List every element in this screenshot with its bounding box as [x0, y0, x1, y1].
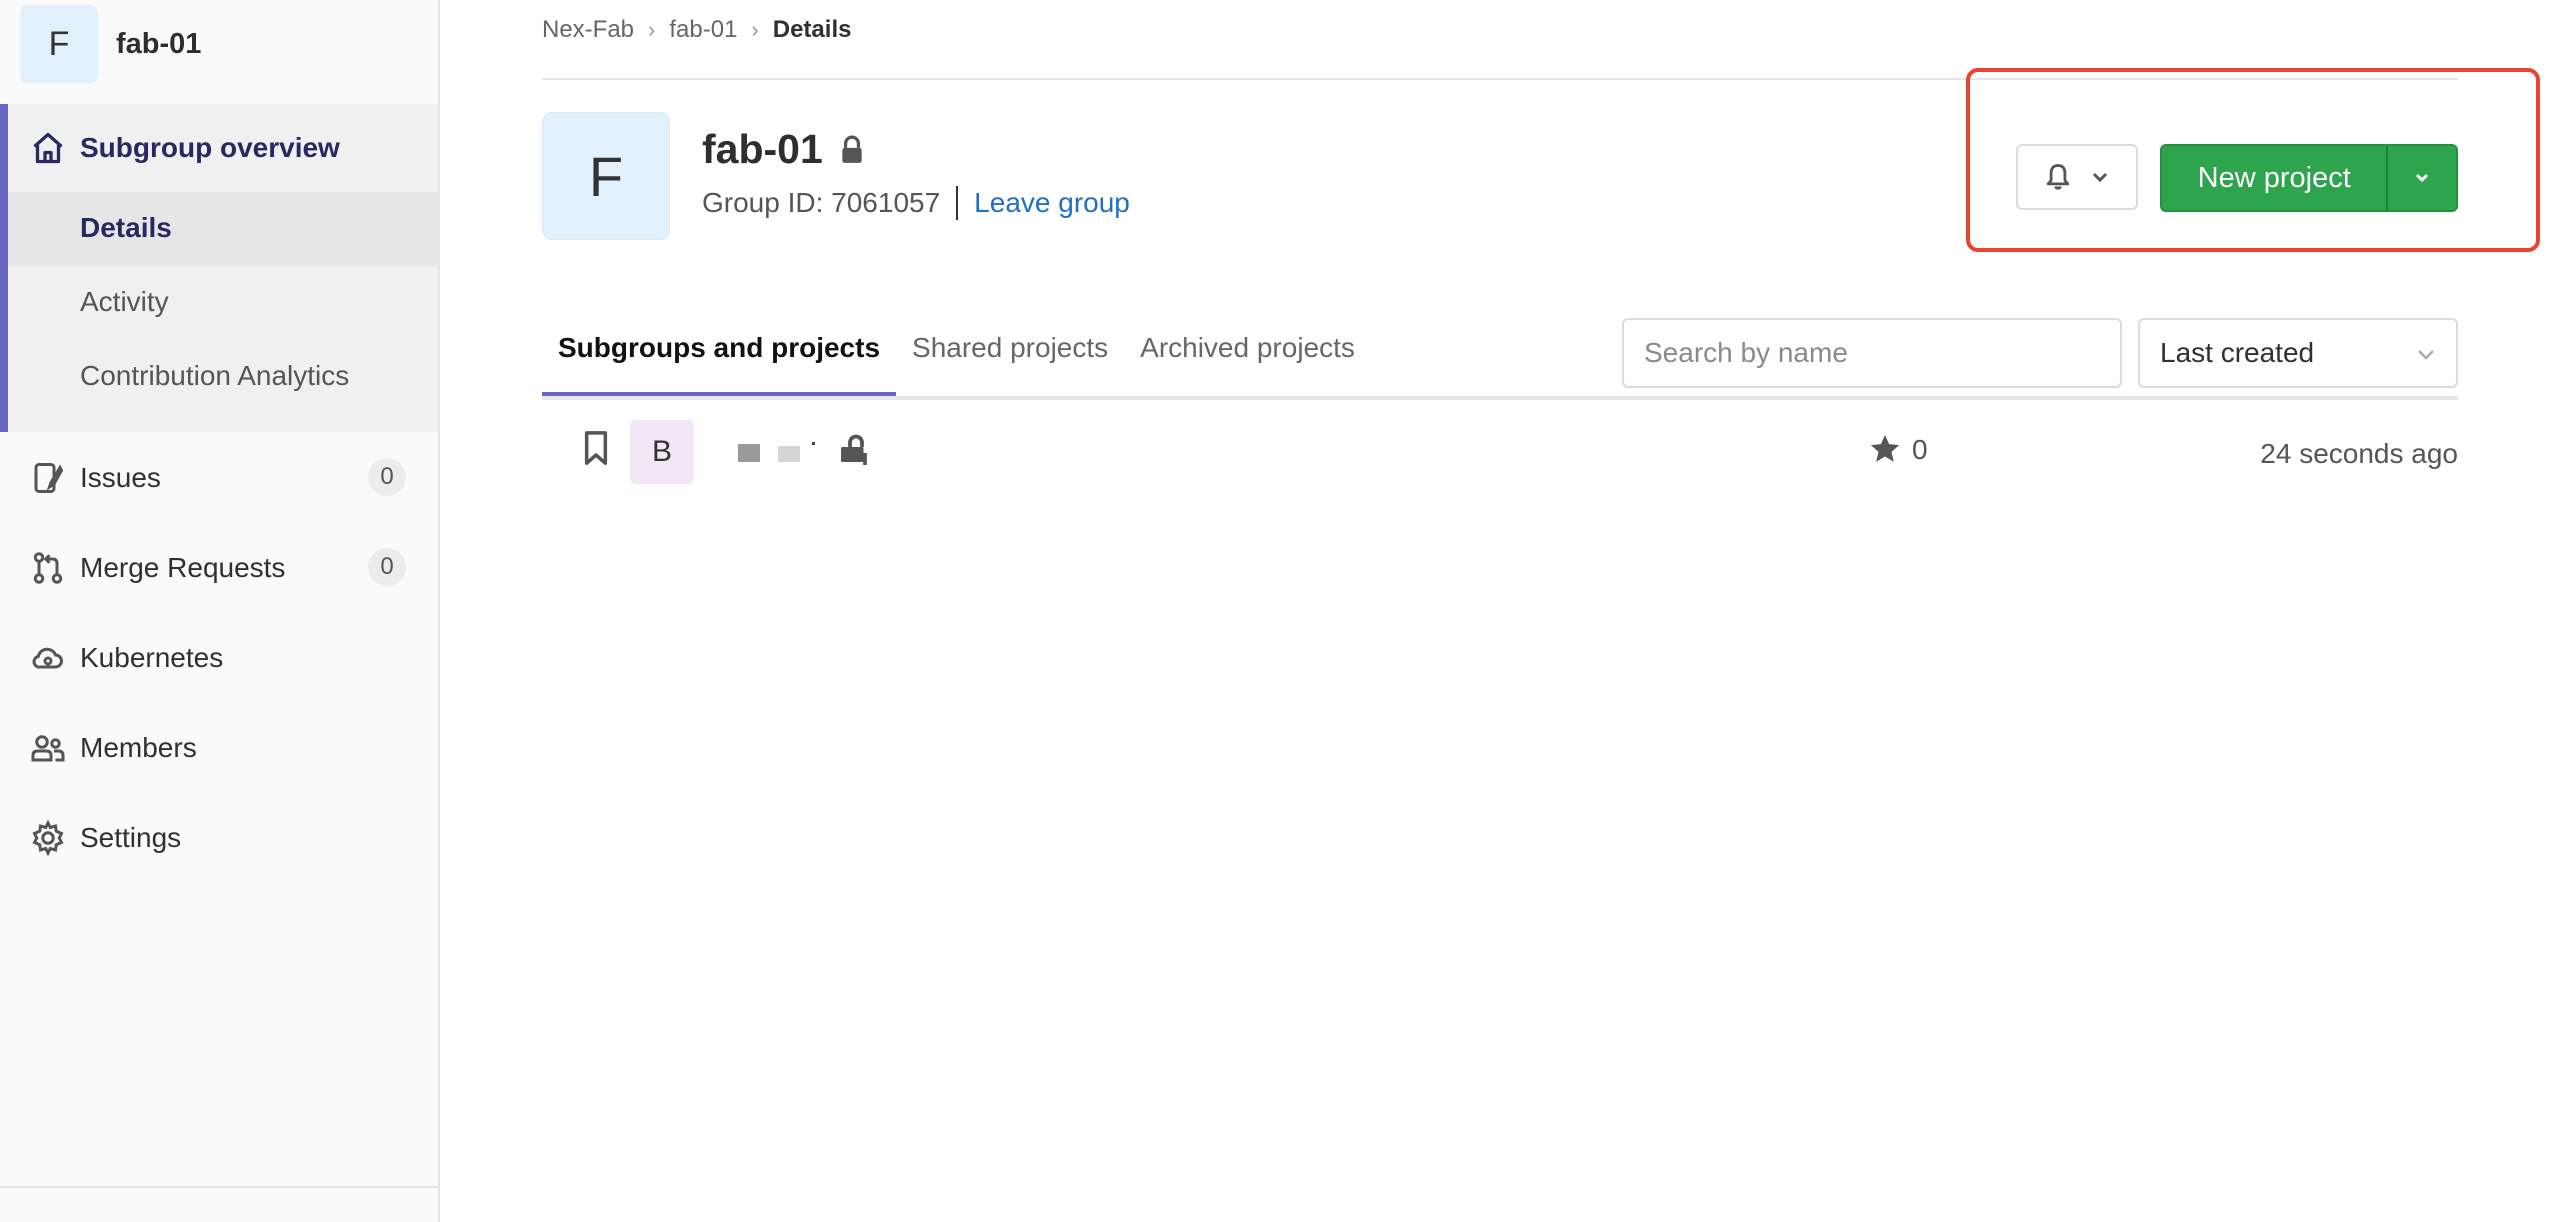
- chevron-down-icon: [2092, 172, 2108, 183]
- sidebar: F fab-01 Subgroup overview Details Activ…: [0, 0, 440, 1222]
- bookmark-icon: [584, 431, 608, 465]
- page-title: fab-01: [702, 126, 865, 173]
- bell-icon: [2046, 164, 2070, 190]
- breadcrumb: Nex-Fab › fab-01 › Details: [542, 16, 851, 44]
- redacted-project-name: [738, 444, 760, 462]
- sidebar-item-label: Settings: [80, 822, 182, 853]
- sidebar-item-members[interactable]: Members: [0, 712, 438, 784]
- chevron-down-icon: [2418, 350, 2434, 360]
- lock-icon: [841, 434, 867, 465]
- sidebar-divider: [0, 1186, 438, 1188]
- sidebar-item-details[interactable]: Details: [8, 192, 438, 266]
- lock-icon: [842, 135, 862, 163]
- sidebar-item-activity[interactable]: Activity: [8, 266, 438, 340]
- sidebar-item-subgroup-overview[interactable]: Subgroup overview: [8, 104, 438, 192]
- home-icon: [33, 132, 63, 164]
- star-count: 0: [1912, 434, 1928, 465]
- count-badge: 0: [368, 548, 406, 586]
- project-avatar: B: [630, 420, 694, 484]
- group-meta: Group ID: 7061057 Leave group: [702, 186, 1130, 220]
- breadcrumb-item-current[interactable]: Details: [773, 16, 852, 44]
- group-id: Group ID: 7061057: [702, 187, 941, 218]
- cloud-icon: [32, 647, 63, 669]
- merge-request-icon: [33, 552, 63, 584]
- sidebar-item-kubernetes[interactable]: Kubernetes: [0, 622, 438, 694]
- breadcrumb-item-root[interactable]: Nex-Fab: [542, 16, 634, 44]
- sidebar-item-issues[interactable]: Issues 0: [0, 442, 438, 514]
- group-name: fab-01: [702, 126, 823, 172]
- updated-time: 24 seconds ago: [2260, 438, 2458, 469]
- tabs: Subgroups and projects Shared projects A…: [542, 316, 1371, 400]
- sidebar-item-label: Members: [80, 732, 197, 763]
- sidebar-item-contribution-analytics[interactable]: Contribution Analytics: [8, 340, 438, 414]
- redacted-project-name: [812, 442, 815, 445]
- leave-group-link[interactable]: Leave group: [974, 187, 1130, 219]
- sidebar-item-label: Issues: [80, 462, 161, 493]
- chevron-right-icon: ›: [648, 17, 656, 42]
- gear-icon: [32, 820, 64, 856]
- sidebar-item-label: Kubernetes: [80, 642, 224, 673]
- sort-dropdown[interactable]: Last created: [2138, 318, 2458, 388]
- search-input[interactable]: [1622, 318, 2122, 388]
- sort-selected-value: Last created: [2160, 337, 2315, 368]
- chevron-right-icon: ›: [751, 17, 759, 42]
- sidebar-item-label: Activity: [80, 286, 169, 317]
- new-project-button[interactable]: New project: [2162, 146, 2386, 210]
- sidebar-item-label: Contribution Analytics: [80, 360, 350, 391]
- issues-icon: [34, 463, 64, 493]
- sidebar-item-settings[interactable]: Settings: [0, 802, 438, 874]
- star-icon: [1870, 434, 1900, 462]
- sidebar-item-merge-requests[interactable]: Merge Requests 0: [0, 532, 438, 604]
- group-avatar: F: [20, 5, 98, 83]
- sidebar-header[interactable]: F fab-01: [20, 5, 202, 83]
- redacted-project-name: [778, 446, 800, 462]
- new-project-dropdown-toggle[interactable]: [2386, 146, 2456, 210]
- breadcrumb-item-group[interactable]: fab-01: [669, 16, 737, 44]
- notification-dropdown-button[interactable]: [2016, 144, 2138, 210]
- count-badge: 0: [368, 458, 406, 496]
- meta-divider: [956, 186, 959, 220]
- tab-shared-projects[interactable]: Shared projects: [896, 316, 1124, 396]
- tabs-divider: [542, 396, 2458, 400]
- sidebar-section-overview: Subgroup overview Details Activity Contr…: [0, 104, 438, 432]
- list-item[interactable]: B 0 24 seconds ago: [542, 414, 2458, 492]
- sidebar-item-label: Merge Requests: [80, 552, 286, 583]
- sidebar-group-name: fab-01: [116, 27, 202, 60]
- chevron-down-icon: [2416, 173, 2429, 183]
- new-project-button-group: New project: [2160, 144, 2458, 212]
- tab-archived-projects[interactable]: Archived projects: [1124, 316, 1371, 396]
- group-avatar-large: F: [542, 112, 670, 240]
- sidebar-item-label: Details: [80, 212, 172, 243]
- sidebar-section-title: Subgroup overview: [80, 132, 340, 163]
- tab-subgroups-and-projects[interactable]: Subgroups and projects: [542, 316, 897, 396]
- users-icon: [31, 735, 65, 762]
